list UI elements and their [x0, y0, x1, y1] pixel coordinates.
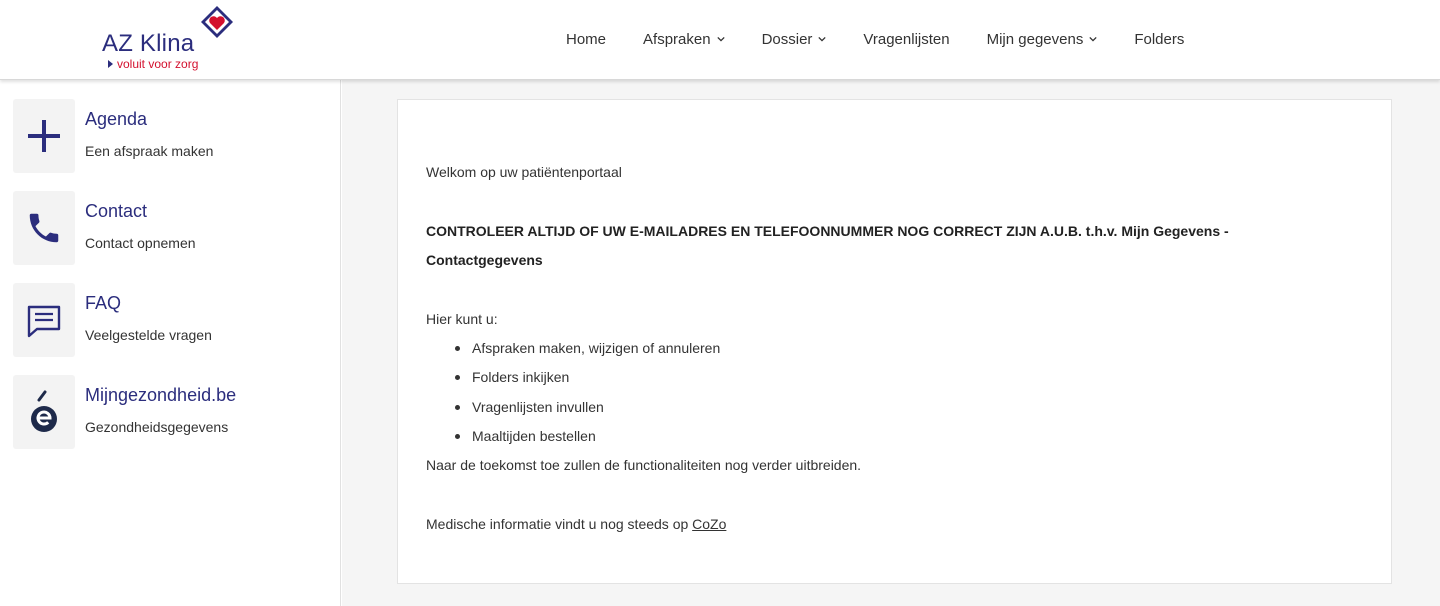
- list-item: Maaltijden bestellen: [455, 422, 720, 451]
- main-nav: Home Afspraken Dossier Vragenlijsten Mij…: [566, 0, 1221, 78]
- sidebar: Agenda Een afspraak maken Contact Contac…: [0, 80, 341, 606]
- mijngezondheid-icon: [13, 375, 75, 449]
- sidebar-item-subtitle: Gezondheidsgegevens: [85, 419, 229, 435]
- chat-icon: [13, 283, 75, 357]
- intro-text: Hier kunt u:: [426, 311, 498, 327]
- nav-home[interactable]: Home: [566, 31, 606, 48]
- chevron-down-icon: [818, 36, 827, 42]
- sidebar-item-contact[interactable]: Contact Contact opnemen: [13, 191, 333, 265]
- future-text: Naar de toekomst toe zullen de functiona…: [426, 457, 862, 473]
- nav-dossier[interactable]: Dossier: [762, 31, 827, 48]
- feature-list: Afspraken maken, wijzigen of annuleren F…: [455, 334, 720, 451]
- nav-mijn-gegevens[interactable]: Mijn gegevens: [987, 31, 1098, 48]
- logo[interactable]: AZ Klina voluit voor zorg: [102, 4, 242, 74]
- sidebar-item-title: FAQ: [85, 293, 122, 313]
- medical-info-text: Medische informatie vindt u nog steeds o…: [426, 516, 727, 532]
- chevron-down-icon: [716, 36, 725, 42]
- list-item: Vragenlijsten invullen: [455, 393, 720, 422]
- logo-name: AZ Klina: [102, 30, 195, 57]
- sidebar-item-title: Mijngezondheid.be: [85, 385, 237, 405]
- logo-tagline: voluit voor zorg: [108, 57, 198, 71]
- cozo-link[interactable]: CoZo: [692, 516, 726, 532]
- sidebar-item-subtitle: Contact opnemen: [85, 235, 196, 251]
- sidebar-item-agenda[interactable]: Agenda Een afspraak maken: [13, 99, 333, 173]
- list-item: Folders inkijken: [455, 363, 720, 392]
- nav-vragenlijsten[interactable]: Vragenlijsten: [863, 31, 949, 48]
- phone-icon: [13, 191, 75, 265]
- plus-icon: [13, 99, 75, 173]
- sidebar-item-subtitle: Een afspraak maken: [85, 143, 214, 159]
- sidebar-item-faq[interactable]: FAQ Veelgestelde vragen: [13, 283, 333, 357]
- contact-warning: CONTROLEER ALTIJD OF UW E-MAILADRES EN T…: [426, 223, 1229, 268]
- sidebar-item-title: Agenda: [85, 109, 148, 129]
- sidebar-item-subtitle: Veelgestelde vragen: [85, 327, 212, 343]
- main-content: Welkom op uw patiëntenportaal CONTROLEER…: [342, 80, 1440, 606]
- header: AZ Klina voluit voor zorg Home Afspraken…: [0, 0, 1440, 80]
- nav-afspraken[interactable]: Afspraken: [643, 31, 725, 48]
- welcome-card: Welkom op uw patiëntenportaal CONTROLEER…: [397, 99, 1392, 584]
- nav-folders[interactable]: Folders: [1134, 31, 1184, 48]
- chevron-down-icon: [1089, 36, 1097, 42]
- list-item: Afspraken maken, wijzigen of annuleren: [455, 334, 720, 363]
- sidebar-item-title: Contact: [85, 201, 148, 221]
- sidebar-item-mijngezondheid[interactable]: Mijngezondheid.be Gezondheidsgegevens: [13, 375, 333, 449]
- welcome-text: Welkom op uw patiëntenportaal: [426, 164, 622, 180]
- logo-heart-icon: [201, 6, 233, 38]
